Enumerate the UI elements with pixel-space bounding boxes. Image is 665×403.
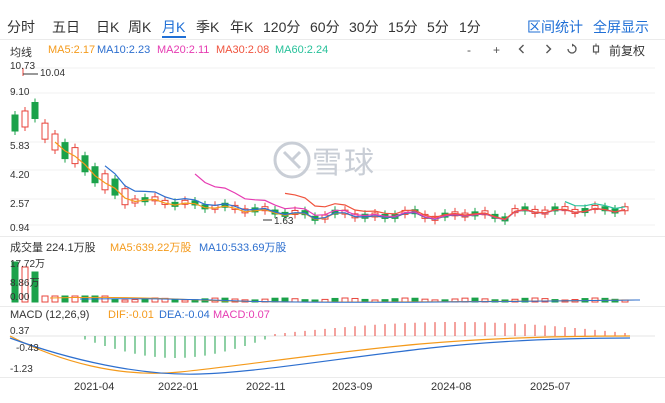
candle-body bbox=[91, 166, 99, 184]
x-tick-6: 2025-07 bbox=[530, 381, 571, 393]
watermark-text: 雪球 bbox=[312, 147, 376, 180]
macd-chart bbox=[9, 322, 655, 375]
tab-1min[interactable]: 1分 bbox=[459, 17, 481, 37]
price-tick-6: 0.94 bbox=[10, 223, 30, 234]
tab-15min[interactable]: 15分 bbox=[388, 17, 418, 37]
volume-bar bbox=[61, 295, 69, 303]
reset-icon[interactable] bbox=[566, 43, 578, 55]
volume-bar bbox=[121, 299, 129, 303]
interval-stats-link[interactable]: 区间统计 bbox=[527, 17, 583, 37]
volume-bar bbox=[111, 299, 119, 303]
volume-tick-1: 17.72万 bbox=[10, 259, 46, 270]
macd-value: MACD:0.07 bbox=[213, 309, 270, 321]
tab-intraday[interactable]: 分时 bbox=[7, 17, 35, 37]
zoom-out-button[interactable]: - bbox=[467, 43, 471, 57]
ma10-value: MA10:2.23 bbox=[97, 44, 151, 56]
candle-body bbox=[41, 122, 49, 140]
volume-bar-chart bbox=[11, 261, 641, 303]
tab-5min[interactable]: 5分 bbox=[427, 17, 449, 37]
tab-yearly-k[interactable]: 年K bbox=[230, 17, 253, 37]
move-left-icon[interactable] bbox=[516, 43, 528, 55]
active-tab-indicator bbox=[162, 36, 186, 38]
candle-type-icon[interactable] bbox=[590, 43, 602, 55]
macd-tick-1: 0.37 bbox=[10, 326, 30, 337]
zoom-in-button[interactable]: + bbox=[493, 43, 500, 57]
candle-body bbox=[31, 101, 39, 119]
volume-macd-divider bbox=[0, 306, 665, 307]
tab-30min[interactable]: 30分 bbox=[349, 17, 379, 37]
volume-bar bbox=[351, 297, 359, 303]
x-tick-2: 2022-01 bbox=[158, 381, 199, 393]
x-tick-4: 2023-09 bbox=[332, 381, 373, 393]
volume-bar bbox=[331, 297, 339, 303]
price-tick-3: 5.83 bbox=[10, 141, 30, 152]
candle-body bbox=[51, 133, 59, 151]
volume-bar bbox=[181, 299, 189, 303]
x-tick-1: 2021-04 bbox=[74, 381, 115, 393]
ma60-value: MA60:2.24 bbox=[275, 44, 329, 56]
price-tick-5: 2.57 bbox=[10, 199, 30, 210]
tab-weekly-k[interactable]: 周K bbox=[128, 17, 151, 37]
tab-five-day[interactable]: 五日 bbox=[52, 17, 80, 37]
tab-monthly-k[interactable]: 月K bbox=[162, 17, 185, 37]
volume-tick-2: 8.86万 bbox=[10, 278, 40, 289]
price-tick-2: 9.10 bbox=[10, 87, 30, 98]
fullscreen-link[interactable]: 全屏显示 bbox=[593, 17, 649, 37]
tab-60min[interactable]: 60分 bbox=[310, 17, 340, 37]
ma-label: 均线 bbox=[10, 47, 32, 59]
ma30-value: MA30:2.08 bbox=[216, 44, 270, 56]
x-tick-5: 2024-08 bbox=[431, 381, 472, 393]
xueqiu-logo-icon bbox=[273, 141, 311, 179]
volume-bar bbox=[71, 295, 79, 303]
macd-label: MACD (12,26,9) bbox=[10, 309, 90, 321]
tab-120min[interactable]: 120分 bbox=[263, 17, 300, 37]
volume-bar bbox=[131, 299, 139, 303]
volume-bar bbox=[341, 297, 349, 303]
price-volume-divider bbox=[0, 236, 665, 237]
candle-body bbox=[11, 114, 19, 132]
move-right-icon[interactable] bbox=[542, 43, 554, 55]
price-tick-4: 4.20 bbox=[10, 170, 30, 181]
period-tab-bar: 分时 五日 日K 周K 月K 季K 年K 120分 60分 30分 15分 5分… bbox=[0, 0, 665, 40]
adjust-restore-toggle[interactable]: 前复权 bbox=[609, 42, 645, 59]
volume-bar bbox=[41, 295, 49, 303]
macd-dif: DIF:-0.01 bbox=[108, 309, 154, 321]
volume-tick-3: 0.00 bbox=[10, 292, 30, 303]
price-low-marker: 1.63 bbox=[274, 216, 294, 227]
ma5-value: MA5:2.17 bbox=[48, 44, 96, 56]
price-high-marker: 10.04 bbox=[40, 68, 66, 79]
tab-daily-k[interactable]: 日K bbox=[96, 17, 119, 37]
x-tick-3: 2022-11 bbox=[246, 381, 286, 393]
dif-line bbox=[9, 335, 631, 374]
macd-tick-2: -0.43 bbox=[16, 343, 39, 354]
price-tick-1: 10.73 bbox=[10, 61, 36, 72]
macd-xaxis-divider bbox=[0, 377, 665, 378]
volume-bar bbox=[51, 295, 59, 303]
macd-tick-3: -1.23 bbox=[10, 364, 33, 375]
tab-quarterly-k[interactable]: 季K bbox=[196, 17, 219, 37]
candle-body bbox=[21, 110, 29, 128]
xueqiu-watermark: 雪球 bbox=[272, 138, 376, 182]
macd-dea: DEA:-0.04 bbox=[159, 309, 210, 321]
ma20-value: MA20:2.11 bbox=[157, 44, 210, 56]
candle-body bbox=[81, 155, 89, 173]
